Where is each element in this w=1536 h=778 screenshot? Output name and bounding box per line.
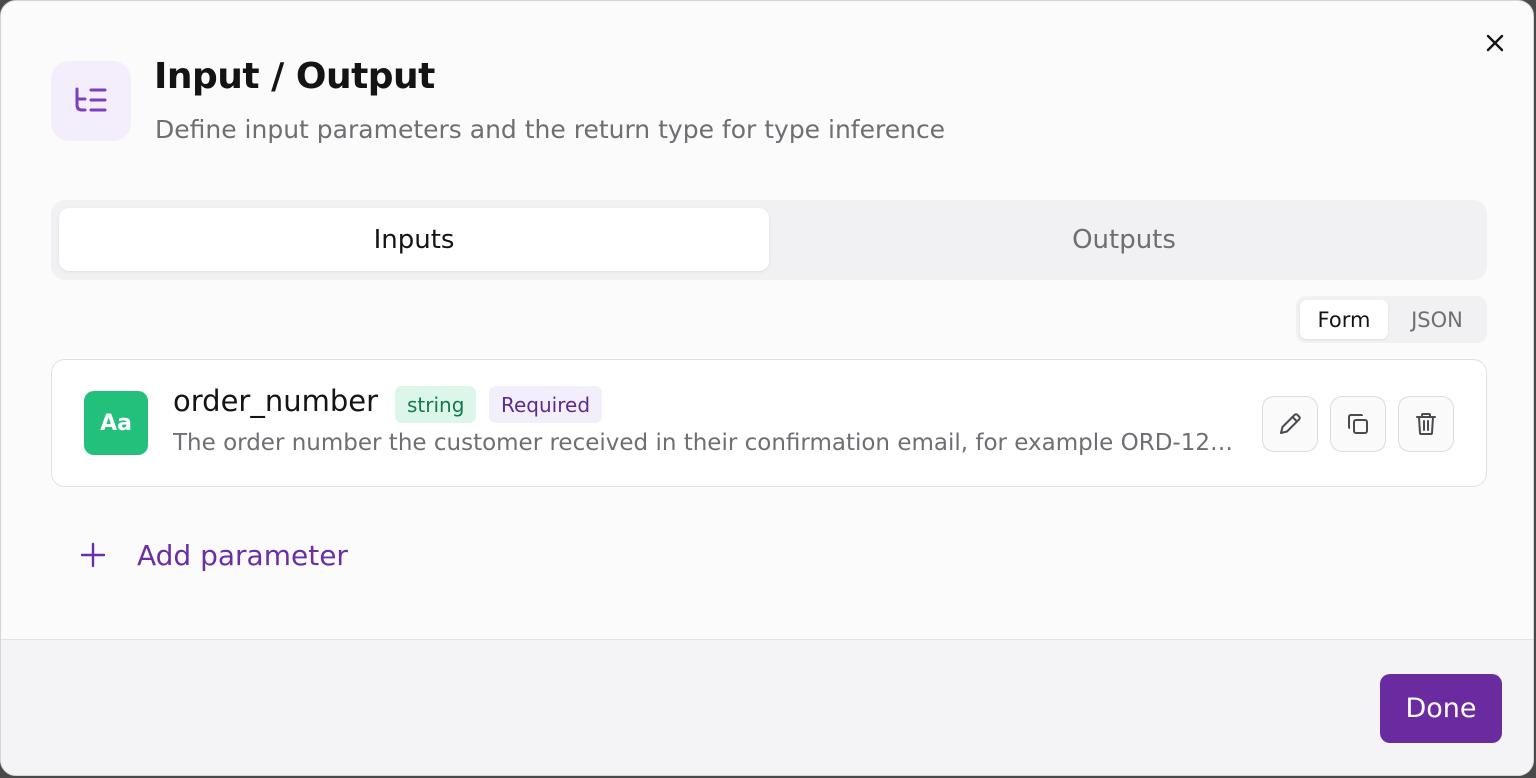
edit-icon <box>1280 413 1301 434</box>
done-button[interactable]: Done <box>1380 674 1502 743</box>
duplicate-parameter-button[interactable] <box>1330 396 1386 452</box>
io-tabs: Inputs Outputs <box>51 200 1487 280</box>
list-tree-icon <box>75 87 107 112</box>
type-badge: string <box>395 386 477 423</box>
close-icon <box>1486 34 1504 52</box>
dialog-subtitle: Define input parameters and the return t… <box>155 115 946 144</box>
delete-parameter-button[interactable] <box>1398 396 1454 452</box>
parameter-description: The order number the customer received i… <box>173 430 1236 456</box>
mode-form-button[interactable]: Form <box>1300 300 1388 339</box>
parameter-card[interactable]: Aa order_number string Required The orde… <box>51 359 1487 487</box>
copy-icon <box>1348 414 1368 434</box>
input-output-dialog: Input / Output Define input parameters a… <box>0 0 1534 776</box>
dialog-title: Input / Output <box>154 56 435 97</box>
tab-inputs[interactable]: Inputs <box>59 208 769 271</box>
dialog-footer <box>1 639 1533 775</box>
string-type-icon: Aa <box>84 391 148 455</box>
tab-outputs[interactable]: Outputs <box>769 208 1479 271</box>
form-json-toggle: Form JSON <box>1296 296 1487 343</box>
edit-parameter-button[interactable] <box>1262 396 1318 452</box>
mode-json-button[interactable]: JSON <box>1392 300 1482 339</box>
required-badge: Required <box>489 386 603 423</box>
add-parameter-label: Add parameter <box>137 538 348 572</box>
add-parameter-button[interactable]: Add parameter <box>77 531 348 579</box>
delete-icon <box>1416 413 1436 435</box>
parameter-name: order_number <box>173 384 379 418</box>
plus-icon <box>77 539 109 571</box>
header-icon-container <box>51 61 131 141</box>
close-button[interactable] <box>1479 27 1511 59</box>
